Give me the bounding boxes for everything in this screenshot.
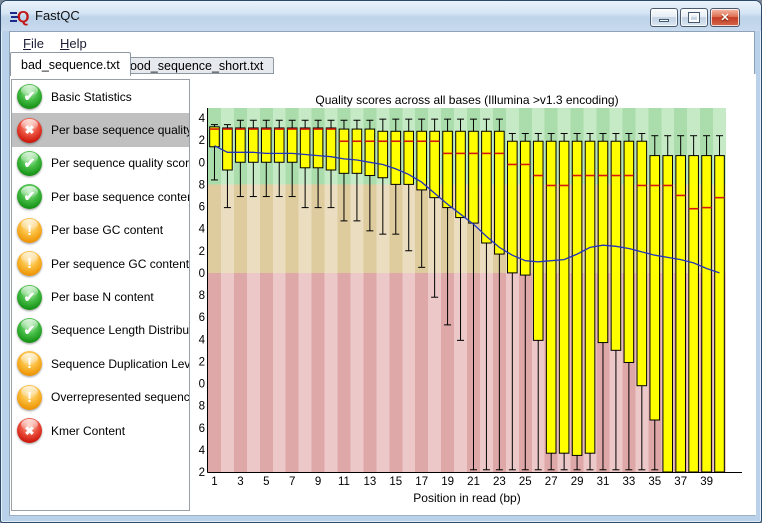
pass-icon: ✔ — [17, 150, 42, 176]
svg-text:17: 17 — [415, 476, 428, 488]
sidebar-item-per-base-sequence-quality[interactable]: ✖ Per base sequence quality — [12, 113, 190, 147]
svg-text:Q: Q — [17, 9, 29, 26]
sidebar-item-label: Per sequence GC content — [51, 256, 190, 271]
sidebar-item-label: Per base GC content — [51, 223, 164, 238]
pass-icon: ✔ — [17, 317, 42, 343]
client-area: File Help bad_sequence.txt good_sequence_s… — [9, 31, 756, 516]
menu-bar: File Help — [10, 32, 754, 54]
window-title: FastQC — [35, 8, 80, 23]
svg-text:23: 23 — [493, 476, 506, 488]
svg-text:8: 8 — [199, 401, 205, 413]
sidebar-item-sequence-duplication-levels[interactable]: ! Sequence Duplication Levels — [12, 347, 189, 380]
svg-text:15: 15 — [389, 476, 402, 488]
svg-text:39: 39 — [700, 476, 713, 488]
minimize-icon — [659, 19, 669, 22]
svg-text:22: 22 — [198, 246, 205, 258]
svg-text:1: 1 — [211, 476, 217, 488]
sidebar-item-per-base-sequence-content[interactable]: ✔ Per base sequence content — [12, 180, 189, 213]
maximize-icon — [688, 12, 700, 23]
tab-bad-sequence-txt[interactable]: bad_sequence.txt — [10, 52, 131, 76]
svg-text:10: 10 — [198, 379, 205, 391]
menu-file[interactable]: File — [16, 34, 51, 53]
svg-text:13: 13 — [364, 476, 377, 488]
svg-text:2: 2 — [199, 467, 205, 479]
tab-bar: bad_sequence.txt good_sequence_short.txt — [10, 52, 754, 76]
svg-text:3: 3 — [237, 476, 243, 488]
svg-text:4: 4 — [199, 445, 206, 457]
sidebar-item-basic-statistics[interactable]: ✔ Basic Statistics — [12, 80, 189, 113]
tab-good-sequence-short-txt[interactable]: good_sequence_short.txt — [112, 57, 275, 74]
svg-text:18: 18 — [198, 290, 205, 302]
close-icon: ✕ — [720, 12, 730, 24]
sidebar-item-per-sequence-gc-content[interactable]: ! Per sequence GC content — [12, 247, 189, 280]
maximize-button[interactable] — [680, 8, 708, 27]
svg-text:9: 9 — [315, 476, 321, 488]
sidebar-item-label: Per base sequence content — [51, 189, 190, 204]
svg-text:20: 20 — [198, 268, 205, 280]
sidebar-item-sequence-length-distribution[interactable]: ✔ Sequence Length Distribution — [12, 314, 189, 347]
svg-text:Position in read (bp): Position in read (bp) — [413, 491, 520, 505]
warn-icon: ! — [17, 384, 42, 410]
svg-text:5: 5 — [263, 476, 269, 488]
sidebar-item-kmer-content[interactable]: ✖ Kmer Content — [12, 414, 189, 447]
svg-text:26: 26 — [198, 202, 205, 214]
svg-text:29: 29 — [571, 476, 584, 488]
module-list: ✔ Basic Statistics ✖ Per base sequence qual… — [11, 79, 190, 511]
svg-text:16: 16 — [198, 312, 205, 324]
sidebar-item-overrepresented-sequences[interactable]: ! Overrepresented sequences — [12, 381, 189, 414]
svg-text:12: 12 — [198, 356, 205, 368]
pass-icon: ✔ — [17, 84, 42, 110]
svg-text:19: 19 — [441, 476, 454, 488]
title-bar[interactable]: Q FastQC ✕ — [1, 1, 761, 31]
svg-text:27: 27 — [545, 476, 558, 488]
svg-text:Quality scores across all base: Quality scores across all bases (Illumin… — [315, 93, 618, 107]
fail-icon: ✖ — [17, 418, 42, 444]
fastqc-window: Q FastQC ✕ File Help bad_sequence.txt good… — [0, 0, 762, 523]
sidebar-item-per-sequence-quality-scores[interactable]: ✔ Per sequence quality scores — [12, 147, 189, 180]
menu-help[interactable]: Help — [53, 34, 94, 53]
sidebar-item-label: Per sequence quality scores — [51, 156, 190, 171]
svg-text:32: 32 — [198, 135, 205, 147]
sidebar-item-per-base-n-content[interactable]: ✔ Per base N content — [12, 280, 189, 313]
main-area: ✔ Basic Statistics ✖ Per base sequence qual… — [10, 74, 756, 515]
warn-icon: ! — [17, 251, 42, 277]
svg-text:7: 7 — [289, 476, 295, 488]
sidebar-item-label: Sequence Duplication Levels — [51, 356, 190, 371]
svg-text:28: 28 — [198, 179, 205, 191]
sidebar-item-label: Basic Statistics — [51, 89, 132, 104]
app-logo-icon: Q — [10, 6, 31, 26]
svg-text:6: 6 — [199, 423, 205, 435]
svg-text:30: 30 — [198, 157, 205, 169]
sidebar-item-label: Per base N content — [51, 290, 154, 305]
svg-text:31: 31 — [597, 476, 610, 488]
svg-text:21: 21 — [467, 476, 480, 488]
svg-text:34: 34 — [198, 113, 206, 125]
pass-icon: ✔ — [17, 284, 42, 310]
svg-text:35: 35 — [648, 476, 661, 488]
svg-text:14: 14 — [198, 334, 206, 346]
pass-icon: ✔ — [17, 184, 42, 210]
minimize-button[interactable] — [650, 8, 678, 27]
svg-text:11: 11 — [338, 476, 350, 488]
fail-icon: ✖ — [17, 117, 42, 143]
svg-text:24: 24 — [198, 224, 206, 236]
sidebar-item-label: Sequence Length Distribution — [51, 323, 190, 338]
svg-text:25: 25 — [519, 476, 532, 488]
sidebar-item-label: Overrepresented sequences — [51, 390, 190, 405]
window-controls: ✕ — [650, 8, 740, 27]
close-button[interactable]: ✕ — [710, 8, 740, 27]
quality-boxplot-chart: 2468101214161820222426283032341357911131… — [192, 74, 756, 515]
sidebar-item-per-base-gc-content[interactable]: ! Per base GC content — [12, 214, 189, 247]
warn-icon: ! — [17, 351, 42, 377]
svg-text:37: 37 — [674, 476, 687, 488]
svg-text:33: 33 — [623, 476, 636, 488]
sidebar-item-label: Kmer Content — [51, 423, 126, 438]
warn-icon: ! — [17, 217, 42, 243]
sidebar-item-label: Per base sequence quality — [51, 123, 190, 138]
